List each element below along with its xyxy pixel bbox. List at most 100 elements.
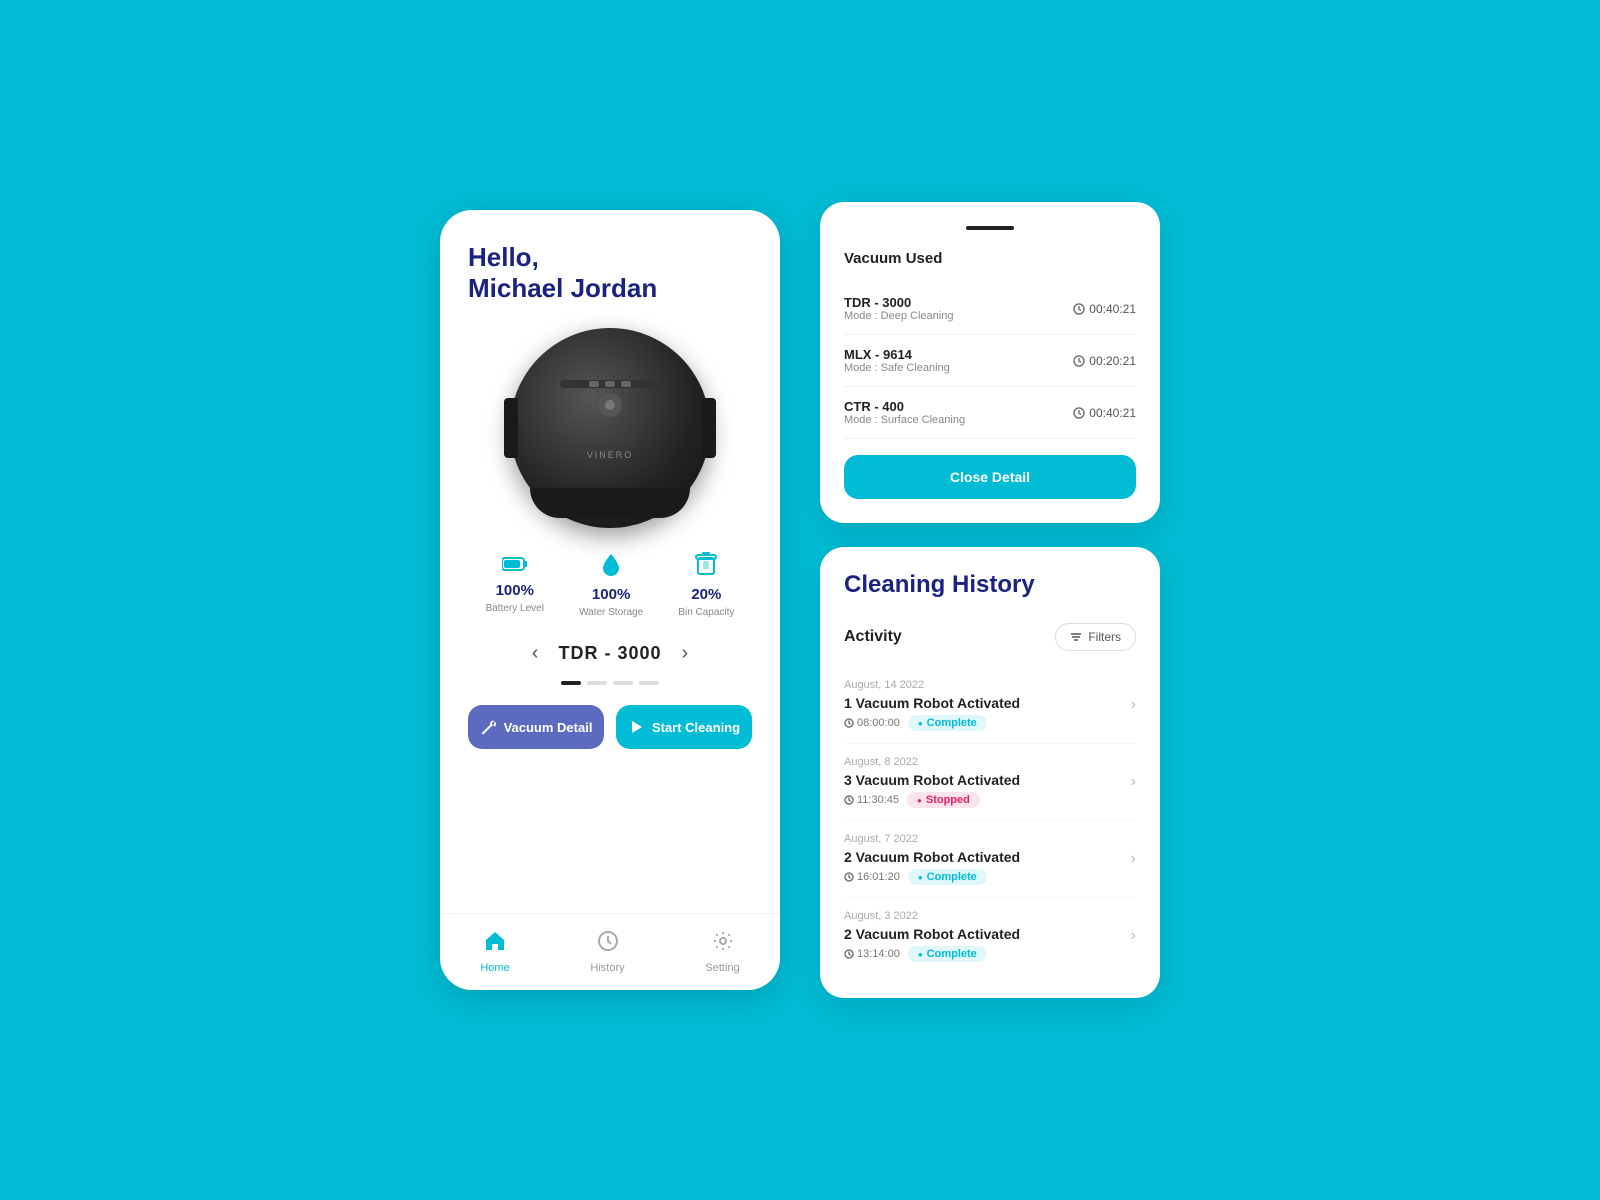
detail-card: Vacuum Used TDR - 3000 Mode : Deep Clean…: [820, 202, 1160, 523]
vacuum-entry-3: CTR - 400 Mode : Surface Cleaning 00:40:…: [844, 387, 1136, 439]
home-icon: [484, 930, 506, 958]
activity-date-4: August, 3 2022: [844, 910, 1020, 922]
vacuum-detail-button[interactable]: Vacuum Detail: [468, 705, 604, 749]
robot-btn-center: [605, 381, 615, 387]
activity-time-3: 16:01:20: [844, 871, 900, 883]
vacuum-model-3: CTR - 400: [844, 399, 965, 414]
carousel-dots: [468, 681, 752, 685]
bin-label: Bin Capacity: [678, 607, 734, 618]
robot-body: VINERO: [510, 328, 710, 528]
detail-card-handle: [966, 226, 1014, 230]
activity-meta-3: 16:01:20 ● Complete: [844, 869, 1020, 885]
vacuum-time-1: 00:40:21: [1073, 302, 1136, 316]
detail-section-title: Vacuum Used: [844, 250, 1136, 267]
stat-bin: 20% Bin Capacity: [678, 552, 734, 618]
right-column: Vacuum Used TDR - 3000 Mode : Deep Clean…: [820, 202, 1160, 998]
clock-icon-a2: [844, 795, 854, 805]
activity-date-3: August, 7 2022: [844, 833, 1020, 845]
vacuum-mode-2: Mode : Safe Cleaning: [844, 362, 950, 374]
start-cleaning-label: Start Cleaning: [652, 720, 740, 735]
chevron-right-icon-4: ›: [1131, 927, 1136, 945]
vacuum-mode-3: Mode : Surface Cleaning: [844, 414, 965, 426]
clock-icon-3: [1073, 407, 1085, 419]
activity-item-2[interactable]: August, 8 2022 3 Vacuum Robot Activated …: [844, 744, 1136, 821]
clock-icon-2: [1073, 355, 1085, 367]
activity-robots-3: 2 Vacuum Robot Activated: [844, 849, 1020, 865]
activity-time-4: 13:14:00: [844, 948, 900, 960]
vacuum-mode-1: Mode : Deep Cleaning: [844, 310, 953, 322]
stats-row: 100% Battery Level 100% Water Storage: [468, 552, 752, 618]
robot-side-right: [702, 398, 716, 458]
status-badge-1: ● Complete: [908, 715, 987, 731]
water-value: 100%: [592, 586, 630, 603]
carousel-next-button[interactable]: ›: [674, 638, 697, 669]
robot-brand-label: VINERO: [587, 450, 634, 460]
activity-meta-1: 08:00:00 ● Complete: [844, 715, 1020, 731]
nav-setting[interactable]: Setting: [705, 930, 739, 974]
activity-item-4[interactable]: August, 3 2022 2 Vacuum Robot Activated …: [844, 898, 1136, 974]
robot-btn-right: [621, 381, 631, 387]
clock-icon-1: [1073, 303, 1085, 315]
vacuum-info-1: TDR - 3000 Mode : Deep Cleaning: [844, 295, 953, 322]
vacuum-time-3: 00:40:21: [1073, 406, 1136, 420]
history-icon: [597, 930, 619, 958]
activity-robots-2: 3 Vacuum Robot Activated: [844, 772, 1020, 788]
clock-icon-a1: [844, 718, 854, 728]
activity-robots-1: 1 Vacuum Robot Activated: [844, 695, 1020, 711]
robot-center-button: [598, 393, 622, 417]
robot-bumper: [530, 488, 690, 518]
nav-home-label: Home: [480, 962, 509, 974]
filter-icon: [1070, 631, 1082, 643]
activity-info-3: August, 7 2022 2 Vacuum Robot Activated …: [844, 833, 1020, 885]
carousel-row: ‹ TDR - 3000 ›: [468, 638, 752, 669]
nav-history-label: History: [590, 962, 624, 974]
battery-value: 100%: [496, 582, 534, 599]
vacuum-info-2: MLX - 9614 Mode : Safe Cleaning: [844, 347, 950, 374]
close-detail-button[interactable]: Close Detail: [844, 455, 1136, 499]
dot-2: [587, 681, 607, 685]
greeting-text: Hello, Michael Jordan: [468, 242, 752, 304]
vacuum-entry-1: TDR - 3000 Mode : Deep Cleaning 00:40:21: [844, 283, 1136, 335]
status-badge-3: ● Complete: [908, 869, 987, 885]
battery-label: Battery Level: [486, 603, 544, 614]
nav-setting-label: Setting: [705, 962, 739, 974]
activity-header: Activity Filters: [844, 623, 1136, 651]
nav-home[interactable]: Home: [480, 930, 509, 974]
vacuum-model-1: TDR - 3000: [844, 295, 953, 310]
chevron-right-icon-2: ›: [1131, 773, 1136, 791]
activity-date-2: August, 8 2022: [844, 756, 1020, 768]
activity-meta-2: 11:30:45 ● Stopped: [844, 792, 1020, 808]
action-buttons: Vacuum Detail Start Cleaning: [468, 705, 752, 749]
start-cleaning-button[interactable]: Start Cleaning: [616, 705, 752, 749]
carousel-prev-button[interactable]: ‹: [524, 638, 547, 669]
vacuum-detail-label: Vacuum Detail: [504, 720, 593, 735]
filter-label: Filters: [1088, 630, 1121, 644]
vacuum-model-2: MLX - 9614: [844, 347, 950, 362]
activity-time-1: 08:00:00: [844, 717, 900, 729]
activity-info-4: August, 3 2022 2 Vacuum Robot Activated …: [844, 910, 1020, 962]
chevron-right-icon-3: ›: [1131, 850, 1136, 868]
clock-icon-a3: [844, 872, 854, 882]
phone-card: Hello, Michael Jordan VINERO: [440, 210, 780, 990]
nav-history[interactable]: History: [590, 930, 624, 974]
dot-3: [613, 681, 633, 685]
carousel-model-title: TDR - 3000: [558, 643, 661, 664]
stat-battery: 100% Battery Level: [486, 552, 544, 618]
history-card: Cleaning History Activity Filters August…: [820, 547, 1160, 998]
chevron-right-icon-1: ›: [1131, 696, 1136, 714]
dot-1: [561, 681, 581, 685]
activity-robots-4: 2 Vacuum Robot Activated: [844, 926, 1020, 942]
filter-button[interactable]: Filters: [1055, 623, 1136, 651]
stat-water: 100% Water Storage: [579, 552, 643, 618]
dot-4: [639, 681, 659, 685]
activity-item-3[interactable]: August, 7 2022 2 Vacuum Robot Activated …: [844, 821, 1136, 898]
bottom-nav: Home History Setting: [440, 913, 780, 990]
clock-icon-a4: [844, 949, 854, 959]
bin-value: 20%: [691, 586, 721, 603]
activity-label: Activity: [844, 628, 902, 646]
activity-date-1: August, 14 2022: [844, 679, 1020, 691]
activity-item-1[interactable]: August, 14 2022 1 Vacuum Robot Activated…: [844, 667, 1136, 744]
play-icon: [628, 719, 644, 735]
vacuum-info-3: CTR - 400 Mode : Surface Cleaning: [844, 399, 965, 426]
activity-info-1: August, 14 2022 1 Vacuum Robot Activated…: [844, 679, 1020, 731]
